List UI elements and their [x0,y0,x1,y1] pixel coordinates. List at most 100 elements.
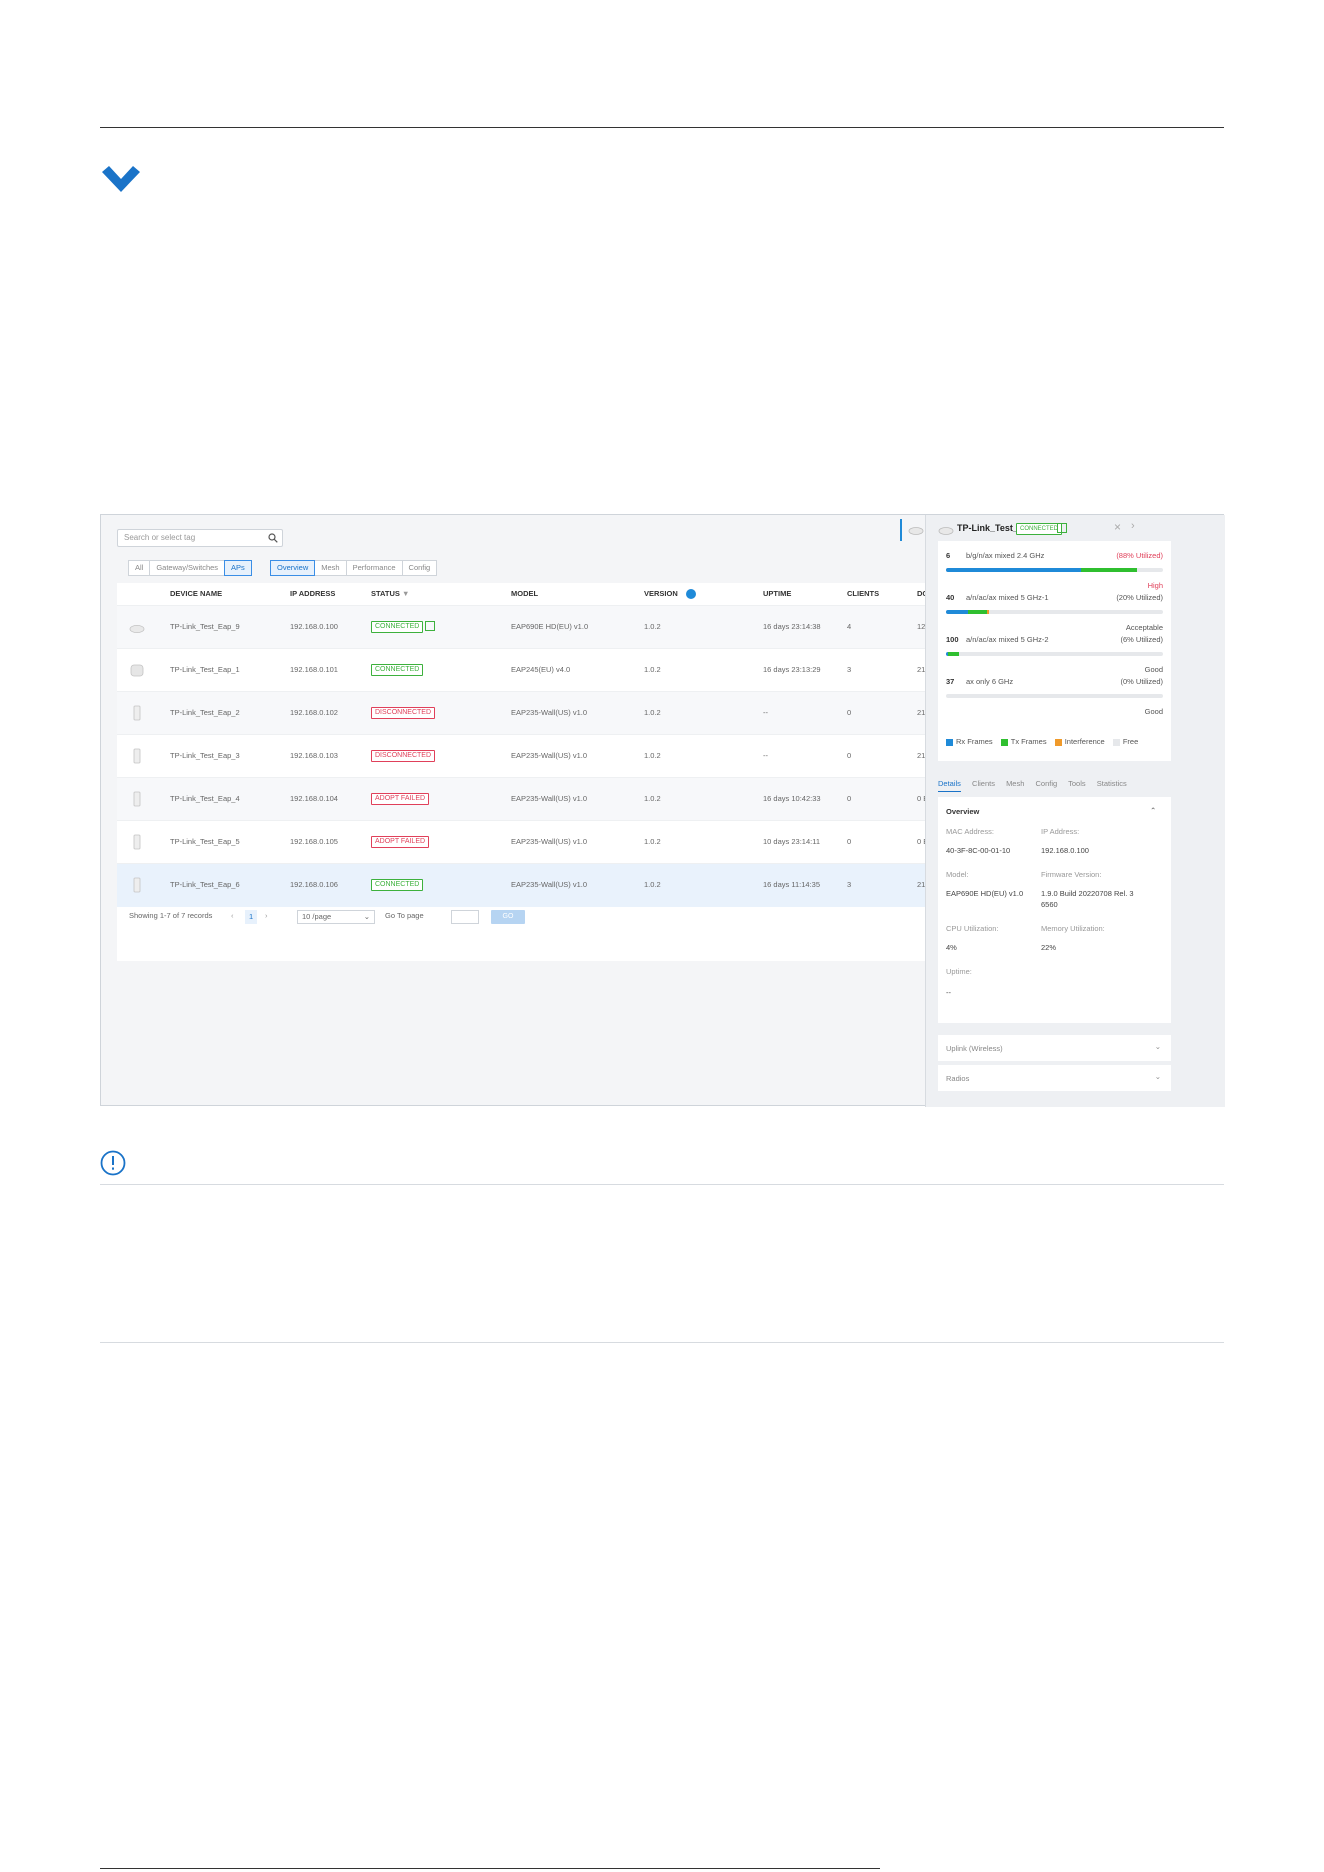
overview-card: Overview ⌃ MAC Address: IP Address: 40-3… [938,797,1171,1023]
cell-ip: 192.168.0.100 [290,622,338,631]
cell-clients: 0 [847,794,852,803]
cell-ip: 192.168.0.105 [290,837,338,846]
radio-utilization: (0% Utilized) [1120,677,1163,686]
tab-performance[interactable]: Performance [345,560,403,576]
cell-uptime: 16 days 11:14:35 [763,880,820,889]
tx-fill [948,652,959,656]
cell-clients: 0 [847,708,852,717]
tab-overview[interactable]: Overview [270,560,316,576]
records-count: Showing 1-7 of 7 records [129,911,213,920]
cell-version: 1.0.2 [644,665,661,674]
next-page-button[interactable]: › [265,911,268,920]
page-1-button[interactable]: 1 [245,910,258,924]
cell-version: 1.0.2 [644,794,661,803]
table-row[interactable]: TP-Link_Test_Eap_2 192.168.0.102 DISCONNEC… [117,691,976,735]
col-device-name[interactable]: DEVICE NAME [170,589,222,598]
col-clients[interactable]: CLIENTS [847,589,879,598]
radio-mode: a/n/ac/ax mixed 5 GHz-1 [966,593,1049,602]
prev-page-button[interactable]: ‹ [231,911,234,920]
tab-config[interactable]: Config [401,560,438,576]
go-button[interactable]: GO [491,910,525,924]
status-badge: ADOPT FAILED [371,836,430,848]
ap-device-icon [129,619,145,635]
col-ip-address[interactable]: IP ADDRESS [290,589,335,598]
per-page-select[interactable]: 10 /page ⌄ [297,910,375,924]
goto-label: Go To page [385,911,424,920]
device-table: DEVICE NAME IP ADDRESS STATUS ▼ MODEL VE… [117,583,976,961]
cell-uptime: 16 days 23:13:29 [763,665,821,674]
ap-device-icon [129,662,145,678]
radio-utilization-card: 6 b/g/n/ax mixed 2.4 GHz (88% Utilized) Hig… [938,541,1171,761]
filter-all[interactable]: All [128,560,151,576]
upgrade-icon[interactable] [685,589,696,600]
table-row[interactable]: TP-Link_Test_Eap_6 192.168.0.106 CONNECTED… [117,863,976,907]
cell-name: TP-Link_Test_Eap_4 [170,794,240,803]
ap-device-icon [129,748,145,764]
cell-clients: 0 [847,751,852,760]
table-row[interactable]: TP-Link_Test_Eap_1 192.168.0.101 CONNECTED… [117,648,976,692]
search-input[interactable]: Search or select tag [117,529,283,547]
tab-mesh[interactable]: Mesh [1006,779,1024,788]
cell-name: TP-Link_Test_Eap_6 [170,880,240,889]
table-row[interactable]: TP-Link_Test_Eap_4 192.168.0.104 ADOPT FAI… [117,777,976,821]
utilization-bar [946,568,1163,572]
filter-gateway-switches[interactable]: Gateway/Switches [149,560,226,576]
cell-clients: 4 [847,622,852,631]
chevron-down-icon: ⌄ [363,912,370,921]
cell-name: TP-Link_Test_Eap_1 [170,665,240,674]
firmware-value-line1: 1.9.0 Build 20220708 Rel. 3 [1041,889,1134,898]
col-version[interactable]: VERSION [644,589,696,600]
cell-version: 1.0.2 [644,837,661,846]
chevron-up-icon[interactable]: ⌃ [1150,806,1156,815]
filter-aps[interactable]: APs [224,560,252,576]
radio-level: Good [1144,707,1163,716]
device-type-filter: All Gateway/Switches APs [128,560,252,576]
interference-fill [987,610,990,614]
footer-rule [100,1868,880,1869]
ap-device-icon [129,834,145,850]
tab-statistics[interactable]: Statistics [1097,779,1127,788]
col-model[interactable]: MODEL [511,589,538,598]
tab-tools[interactable]: Tools [1068,779,1086,788]
ap-device-icon [129,791,145,807]
utilization-bar [946,694,1163,698]
chevron-right-icon[interactable]: › [1131,520,1135,532]
cpu-label: CPU Utilization: [946,924,999,933]
controller-screenshot: Search or select tag All Gateway/Switche… [100,514,1225,1107]
view-filter: Overview Mesh Performance Config [270,560,438,576]
tab-config[interactable]: Config [1036,779,1058,788]
tab-clients[interactable]: Clients [972,779,995,788]
ip-label: IP Address: [1041,827,1080,836]
utilization-bar [946,652,1163,656]
close-icon[interactable]: × [1114,520,1121,534]
cell-version: 1.0.2 [644,622,661,631]
tab-details[interactable]: Details [938,779,961,792]
cell-model: EAP235-Wall(US) v1.0 [511,751,587,760]
tab-mesh[interactable]: Mesh [314,560,347,576]
uplink-section[interactable]: Uplink (Wireless) ⌄ [938,1035,1171,1061]
goto-page-input[interactable] [451,910,479,924]
chevron-down-icon: ⌄ [1154,1042,1161,1051]
radio-mode: b/g/n/ax mixed 2.4 GHz [966,551,1045,560]
info-icon [100,1150,126,1176]
radio-channel: 37 [946,677,955,686]
status-badge: CONNECTED [371,621,436,633]
cell-clients: 0 [847,837,852,846]
cell-model: EAP235-Wall(US) v1.0 [511,794,587,803]
radios-section[interactable]: Radios ⌄ [938,1065,1171,1091]
table-row[interactable]: TP-Link_Test_Eap_5 192.168.0.105 ADOPT FAI… [117,820,976,864]
filter-icon[interactable]: ▼ [402,589,409,598]
cell-ip: 192.168.0.101 [290,665,338,674]
tx-fill [1080,568,1137,572]
note-rule [100,1184,1224,1185]
tx-fill [967,610,988,614]
firmware-value-line2: 6560 [1041,900,1058,909]
radio-level: Good [1144,665,1163,674]
table-row[interactable]: TP-Link_Test_Eap_3 192.168.0.103 DISCONNEC… [117,734,976,778]
ip-value: 192.168.0.100 [1041,846,1089,855]
col-uptime[interactable]: UPTIME [763,589,791,598]
cpu-value: 4% [946,943,957,952]
table-row[interactable]: TP-Link_Test_Eap_9 192.168.0.100 CONNECTED… [117,605,976,649]
col-status[interactable]: STATUS ▼ [371,589,409,598]
cell-version: 1.0.2 [644,751,661,760]
